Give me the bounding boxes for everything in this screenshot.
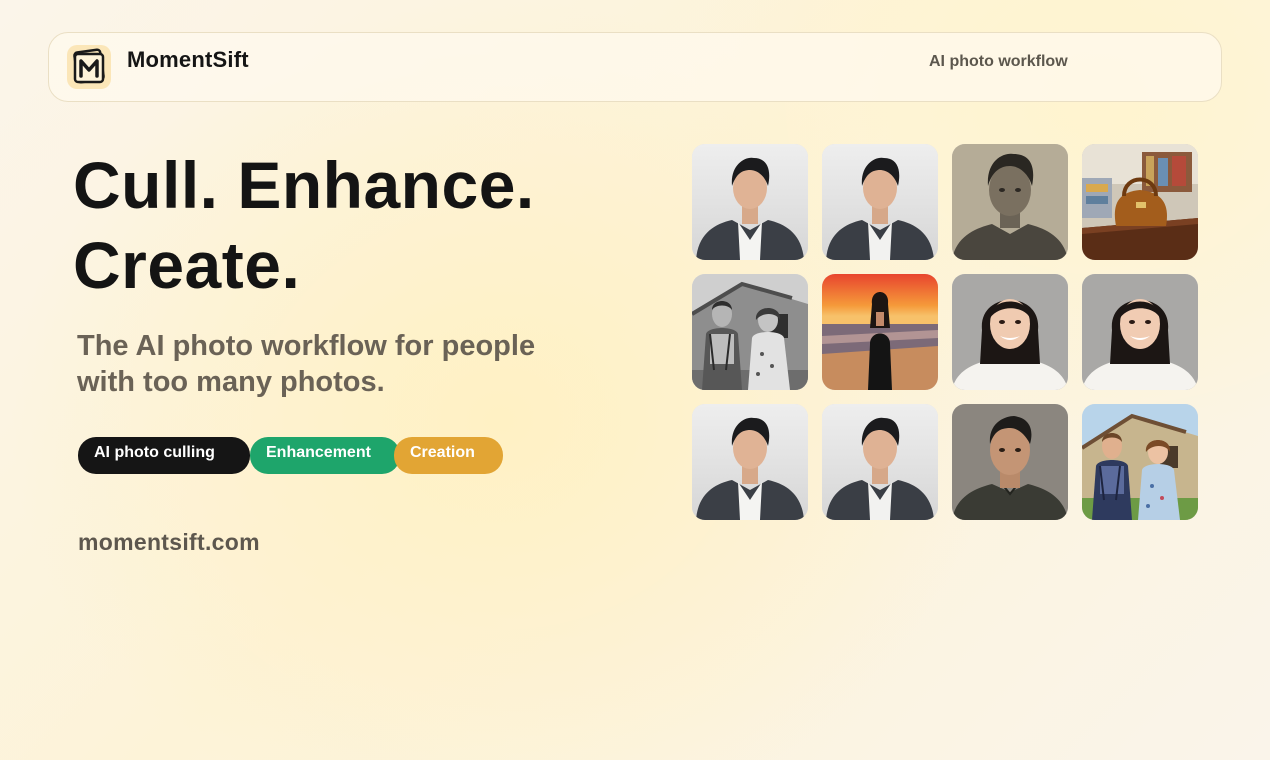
colorized-couple-image	[1082, 404, 1198, 520]
pill-ai-photo-culling: AI photo culling	[78, 437, 250, 474]
hero-subtitle: The AI photo workflow for people with to…	[77, 330, 536, 398]
photo-tile[interactable]	[952, 274, 1068, 390]
site-url[interactable]: momentsift.com	[78, 529, 260, 556]
vintage-couple-image	[692, 274, 808, 390]
young-man-portrait-image	[692, 144, 808, 260]
pill-creation: Creation	[394, 437, 503, 474]
photo-tile[interactable]	[1082, 144, 1198, 260]
top-bar: MomentSift AI photo workflow	[48, 32, 1222, 102]
hero-title: Cull. Enhance. Create.	[73, 145, 673, 305]
woman-at-sunset-image	[822, 274, 938, 390]
young-man-portrait-image	[822, 404, 938, 520]
smiling-woman-portrait-image	[1082, 274, 1198, 390]
nav-link-ai-photo-workflow[interactable]: AI photo workflow	[929, 53, 1068, 71]
brand-name[interactable]: MomentSift	[127, 47, 249, 73]
m-logo-icon[interactable]	[67, 45, 111, 89]
photo-tile[interactable]	[822, 144, 938, 260]
handbag-on-table-image	[1082, 144, 1198, 260]
photo-tile[interactable]	[822, 274, 938, 390]
photo-tile[interactable]	[692, 404, 808, 520]
young-man-portrait-image	[822, 144, 938, 260]
photo-tile[interactable]	[822, 404, 938, 520]
photo-tile[interactable]	[1082, 274, 1198, 390]
photo-tile[interactable]	[692, 274, 808, 390]
photo-grid	[692, 144, 1199, 520]
smiling-woman-portrait-image	[952, 274, 1068, 390]
photo-tile[interactable]	[1082, 404, 1198, 520]
photo-tile[interactable]	[952, 404, 1068, 520]
young-man-portrait-image	[692, 404, 808, 520]
photo-tile[interactable]	[692, 144, 808, 260]
vintage-portrait-image	[952, 144, 1068, 260]
hero-title-line-2: Create.	[73, 228, 301, 302]
man-portrait-image	[952, 404, 1068, 520]
photo-tile[interactable]	[952, 144, 1068, 260]
pill-enhancement: Enhancement	[250, 437, 400, 474]
hero-title-line-1: Cull. Enhance.	[73, 148, 535, 222]
